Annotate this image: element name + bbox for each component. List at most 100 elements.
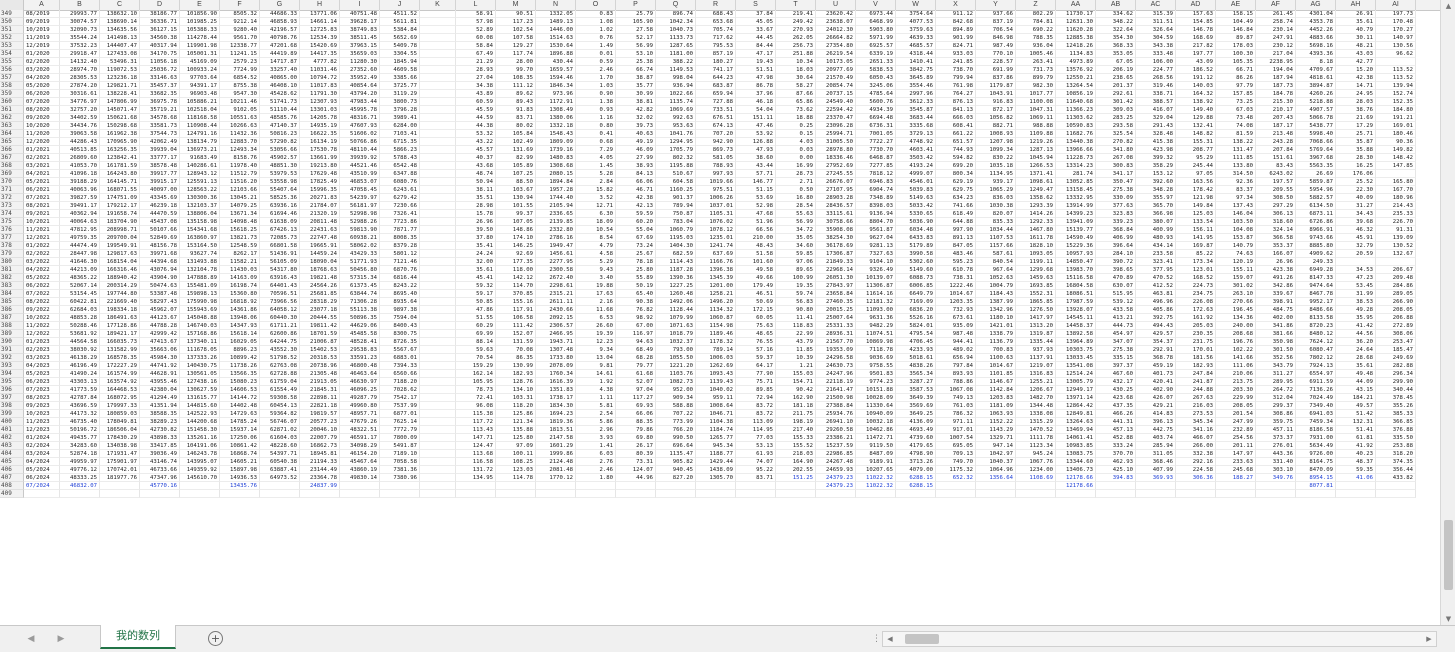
table-cell[interactable]: 44419.89 [260,50,300,58]
vertical-scroll-thumb[interactable] [1444,520,1453,590]
table-cell[interactable]: 489.02 [936,346,976,354]
table-cell[interactable]: 1299.68 [1016,266,1056,274]
table-cell[interactable]: 266.00 [1176,442,1216,450]
table-cell[interactable]: 1040.73 [656,26,696,34]
table-cell[interactable]: 26051.30 [816,274,856,282]
table-cell[interactable]: 21570.49 [816,74,856,82]
table-cell[interactable]: 967.64 [976,266,1016,274]
table-cell[interactable]: 37.96 [736,90,776,98]
table-cell[interactable]: 5179.89 [896,242,936,250]
table-cell[interactable]: 7028.62 [380,386,420,394]
table-cell[interactable] [420,402,456,410]
table-cell[interactable]: 1219.26 [1016,138,1056,146]
table-cell[interactable]: 2.46 [576,66,616,74]
table-cell[interactable]: 7802.12 [1296,354,1336,362]
table-cell[interactable]: 57.71 [736,170,776,178]
table-cell[interactable]: 39.68 [1336,218,1376,226]
table-cell[interactable]: 8804.70 [856,218,896,226]
table-cell[interactable]: 1107.53 [976,234,1016,242]
table-cell[interactable]: 38.11 [456,186,496,194]
column-header[interactable]: AF [1256,0,1296,10]
table-cell[interactable]: 2611.11 [536,298,576,306]
table-cell[interactable]: 32757.20 [60,106,100,114]
table-cell[interactable]: 11512.79 [220,170,260,178]
table-cell[interactable]: 1071.63 [656,322,696,330]
table-cell[interactable]: 9189.91 [856,458,896,466]
table-cell[interactable]: 0.50 [776,186,816,194]
table-cell[interactable]: 13344.60 [1056,458,1096,466]
table-cell[interactable]: 69.93 [616,402,656,410]
table-cell[interactable]: 46154.20 [340,450,380,458]
table-cell[interactable]: 09/2022 [24,306,60,314]
table-cell[interactable]: 1134.83 [1056,50,1096,58]
table-cell[interactable]: 727.88 [696,98,736,106]
table-cell[interactable]: 119901.98 [180,42,220,50]
table-cell[interactable]: 4.79 [576,242,616,250]
table-cell[interactable]: 19.39 [576,330,616,338]
table-cell[interactable]: 802.29 [1016,10,1056,18]
table-cell[interactable]: 1137.91 [1016,354,1056,362]
table-cell[interactable]: 117.72 [456,418,496,426]
table-cell[interactable]: 29918.47 [60,50,100,58]
table-cell[interactable]: 1594.46 [536,74,576,82]
table-cell[interactable]: 42.82 [616,106,656,114]
table-cell[interactable]: 89.62 [496,90,536,98]
table-cell[interactable]: 1047.31 [1016,106,1056,114]
table-cell[interactable]: 1659.57 [536,66,576,74]
table-cell[interactable]: 37532.23 [60,42,100,50]
table-cell[interactable]: 53.10 [616,50,656,58]
table-cell[interactable]: 143995.07 [180,458,220,466]
table-cell[interactable]: 50816.23 [260,130,300,138]
table-cell[interactable]: 47.68 [736,210,776,218]
table-cell[interactable]: 1100.63 [976,354,1016,362]
table-cell[interactable]: 111.06 [1216,362,1256,370]
table-cell[interactable]: 21641.47 [816,386,856,394]
table-cell[interactable]: 211.75 [776,410,816,418]
table-cell[interactable]: 830.22 [976,154,1016,162]
table-cell[interactable]: 168071.55 [100,186,140,194]
table-cell[interactable]: 1181.09 [976,402,1016,410]
table-cell[interactable]: 332.38 [1176,450,1216,458]
row-header[interactable]: 356 [0,66,24,74]
table-cell[interactable]: 140.97 [1376,34,1416,42]
table-cell[interactable]: 131.69 [496,146,536,154]
table-cell[interactable]: 05/2024 [24,466,60,474]
table-cell[interactable]: 20738.96 [300,362,340,370]
table-cell[interactable]: 281.74 [1056,170,1096,178]
table-cell[interactable]: 20811.48 [300,218,340,226]
table-cell[interactable]: 7.29 [576,146,616,154]
table-cell[interactable]: 2092.15 [536,314,576,322]
table-cell[interactable]: 9326.49 [856,266,896,274]
table-cell[interactable]: 480.93 [1136,234,1176,242]
table-cell[interactable]: 289.95 [1256,378,1296,386]
table-cell[interactable]: 4452.26 [1296,26,1336,34]
table-cell[interactable]: 61711.21 [260,322,300,330]
table-cell[interactable]: 8379.28 [380,242,420,250]
table-cell[interactable]: 47347.96 [140,474,180,482]
table-cell[interactable]: 9743.66 [1296,234,1336,242]
table-cell[interactable]: 59.32 [456,282,496,290]
table-cell[interactable]: 04/2021 [24,170,60,178]
table-cell[interactable]: 135.88 [496,426,536,434]
table-cell[interactable]: 44470.59 [140,210,180,218]
table-cell[interactable]: 8885.80 [1296,242,1336,250]
table-cell[interactable]: 59813.90 [340,226,380,234]
table-cell[interactable] [380,482,420,490]
table-cell[interactable]: 7625.14 [380,418,420,426]
table-cell[interactable]: 3800.73 [380,98,420,106]
table-cell[interactable]: 1262.69 [696,362,736,370]
table-cell[interactable]: 12.23 [576,338,616,346]
table-cell[interactable]: 28.03 [1336,98,1376,106]
table-cell[interactable]: 7624.12 [1296,338,1336,346]
table-cell[interactable]: 5438.77 [1296,122,1336,130]
table-cell[interactable]: 15996.35 [300,186,340,194]
table-cell[interactable]: 12/2019 [24,42,60,50]
table-cell[interactable]: 6433.83 [896,234,936,242]
table-cell[interactable]: 2315.21 [536,290,576,298]
table-cell[interactable]: 8695.40 [380,290,420,298]
scroll-left-icon[interactable]: ◀ [883,632,897,646]
table-cell[interactable]: 130300.36 [180,194,220,202]
table-cell[interactable]: 4777.82 [300,58,340,66]
table-cell[interactable]: 1184.74 [696,426,736,434]
table-cell[interactable]: 06/2023 [24,378,60,386]
